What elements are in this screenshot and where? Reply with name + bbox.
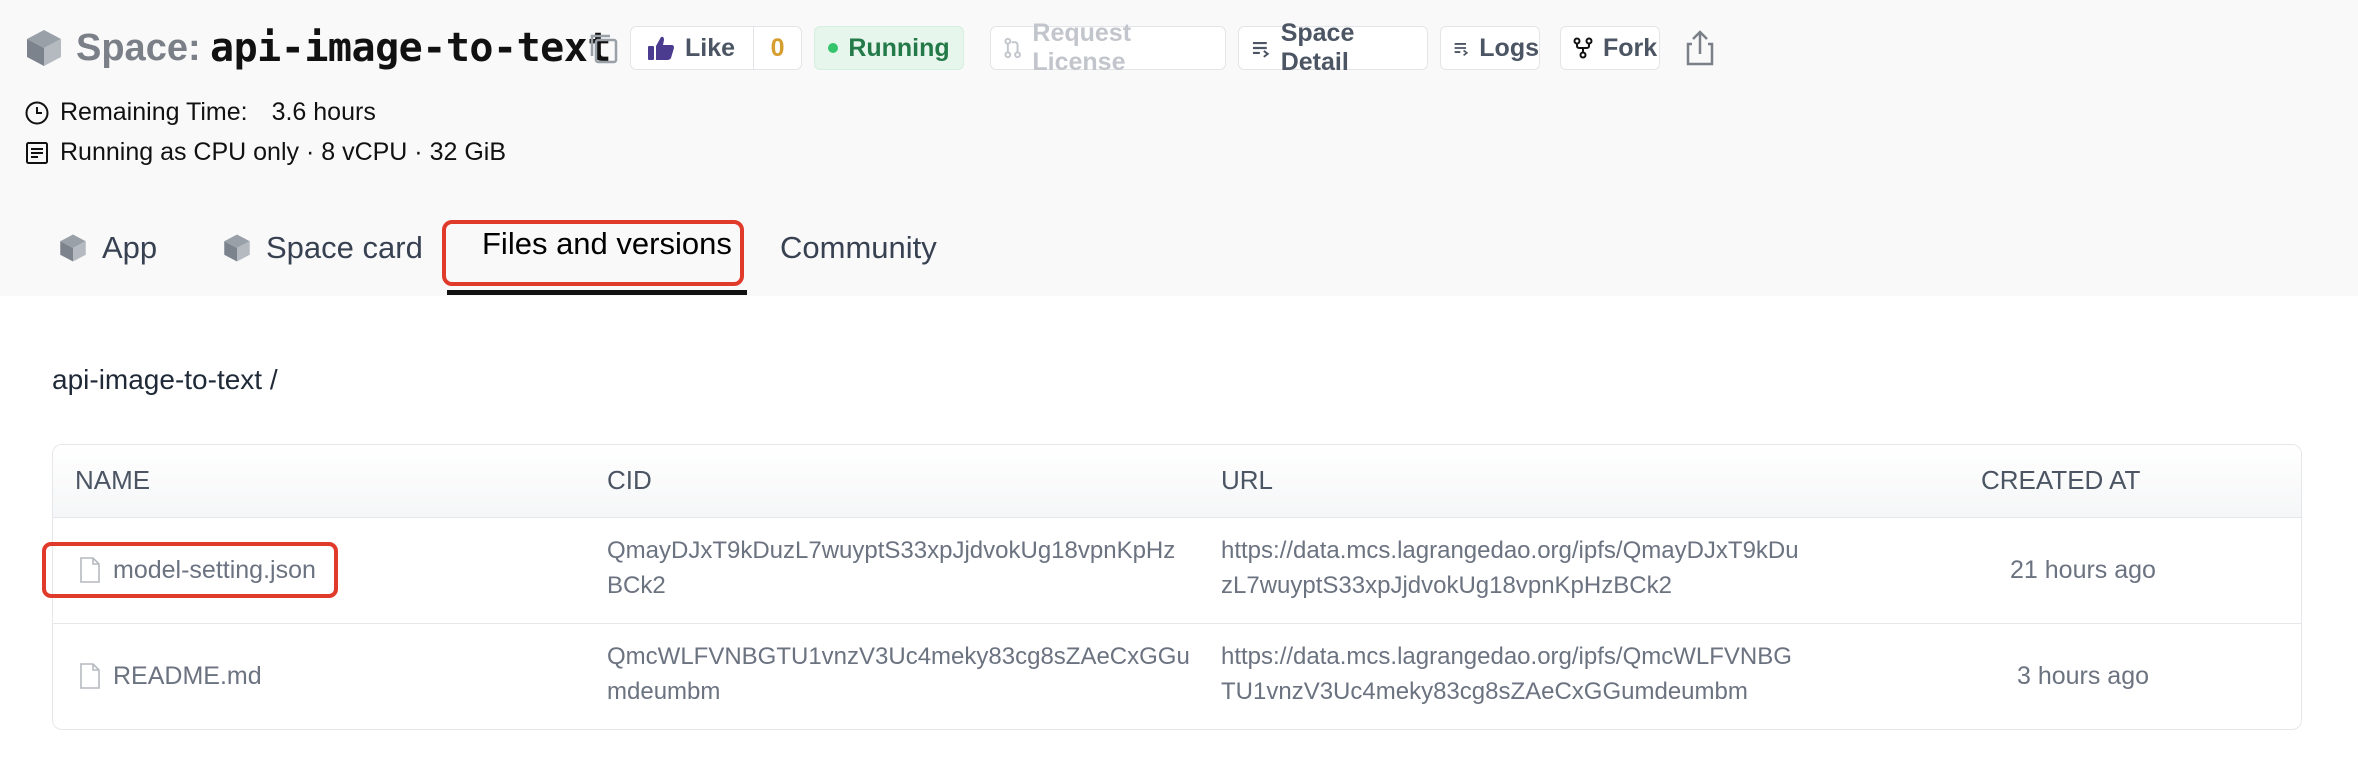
fork-button[interactable]: Fork xyxy=(1560,26,1660,70)
fork-label: Fork xyxy=(1603,33,1658,62)
status-badge: Running xyxy=(814,26,964,70)
logs-label: Logs xyxy=(1479,33,1539,62)
active-tab-underline xyxy=(447,290,747,295)
remaining-time-label: Remaining Time: xyxy=(60,98,248,126)
tab-community-label: Community xyxy=(780,230,937,265)
created-at-cell: 3 hours ago xyxy=(2016,661,2150,690)
column-header-created-at: CREATED AT xyxy=(1981,465,2141,495)
pull-request-icon xyxy=(1004,37,1021,59)
thumbs-up-icon xyxy=(648,36,674,60)
list-icon xyxy=(1252,41,1270,58)
created-at-cell: 21 hours ago xyxy=(2010,555,2156,584)
cube-icon xyxy=(60,234,86,262)
file-icon xyxy=(80,663,100,689)
file-highlight-box xyxy=(42,542,338,598)
table-row: README.md QmcWLFVNBGTU1vnzV3Uc4meky83cg8… xyxy=(53,623,2301,729)
space-detail-button[interactable]: Space Detail xyxy=(1238,19,1428,76)
table-row: model-setting.json QmayDJxT9kDuzL7wuyptS… xyxy=(53,517,2301,624)
breadcrumb[interactable]: api-image-to-text / xyxy=(52,364,278,396)
space-name: api-image-to-text xyxy=(210,25,611,71)
file-name-cell[interactable]: README.md xyxy=(79,623,262,729)
document-icon xyxy=(26,141,48,164)
status-dot-icon xyxy=(828,43,839,53)
column-header-cid: CID xyxy=(607,465,652,495)
runtime-info: Running as CPU only · 8 vCPU · 32 GiB xyxy=(24,138,506,167)
files-table: NAME CID URL CREATED AT model-setting.js… xyxy=(52,444,2302,730)
like-button[interactable]: Like 0 xyxy=(630,26,802,70)
file-name[interactable]: README.md xyxy=(113,662,262,691)
table-header: NAME CID URL CREATED AT xyxy=(53,445,2301,518)
url-cell[interactable]: https://data.mcs.lagrangedao.org/ipfs/Qm… xyxy=(1221,639,1805,709)
tab-highlight-box xyxy=(442,220,744,286)
copy-icon[interactable] xyxy=(586,30,622,66)
logs-button[interactable]: Logs xyxy=(1440,26,1540,70)
request-license-button[interactable]: Request License xyxy=(990,19,1226,76)
url-cell[interactable]: https://data.mcs.lagrangedao.org/ipfs/Qm… xyxy=(1221,533,1805,603)
tab-space-card-label: Space card xyxy=(266,230,423,265)
remaining-time-value: 3.6 hours xyxy=(271,98,376,126)
like-count: 0 xyxy=(770,33,785,62)
tab-app[interactable]: App xyxy=(58,230,157,266)
cid-cell: QmayDJxT9kDuzL7wuyptS33xpJjdvokUg18vpnKp… xyxy=(607,537,1176,599)
clock-icon xyxy=(25,101,49,124)
column-header-url: URL xyxy=(1221,465,1274,495)
tab-space-card[interactable]: Space card xyxy=(222,230,423,266)
space-detail-label: Space Detail xyxy=(1280,19,1355,76)
cube-icon xyxy=(224,234,250,262)
space-prefix: Space: xyxy=(76,27,201,69)
share-icon[interactable] xyxy=(1682,28,1718,68)
request-license-label: Request License xyxy=(1032,19,1132,76)
list-icon xyxy=(1454,43,1469,56)
fork-icon xyxy=(1573,37,1593,59)
tab-app-label: App xyxy=(102,230,158,265)
tab-community[interactable]: Community xyxy=(780,230,937,266)
status-label: Running xyxy=(848,33,950,62)
remaining-time: Remaining Time: 3.6 hours xyxy=(24,98,376,127)
cid-cell: QmcWLFVNBGTU1vnzV3Uc4meky83cg8sZAeCxGGum… xyxy=(607,643,1190,705)
cube-icon xyxy=(27,30,61,66)
runtime-label: Running as CPU only · 8 vCPU · 32 GiB xyxy=(60,138,507,166)
column-header-name: NAME xyxy=(75,465,151,495)
like-label: Like xyxy=(685,33,736,62)
